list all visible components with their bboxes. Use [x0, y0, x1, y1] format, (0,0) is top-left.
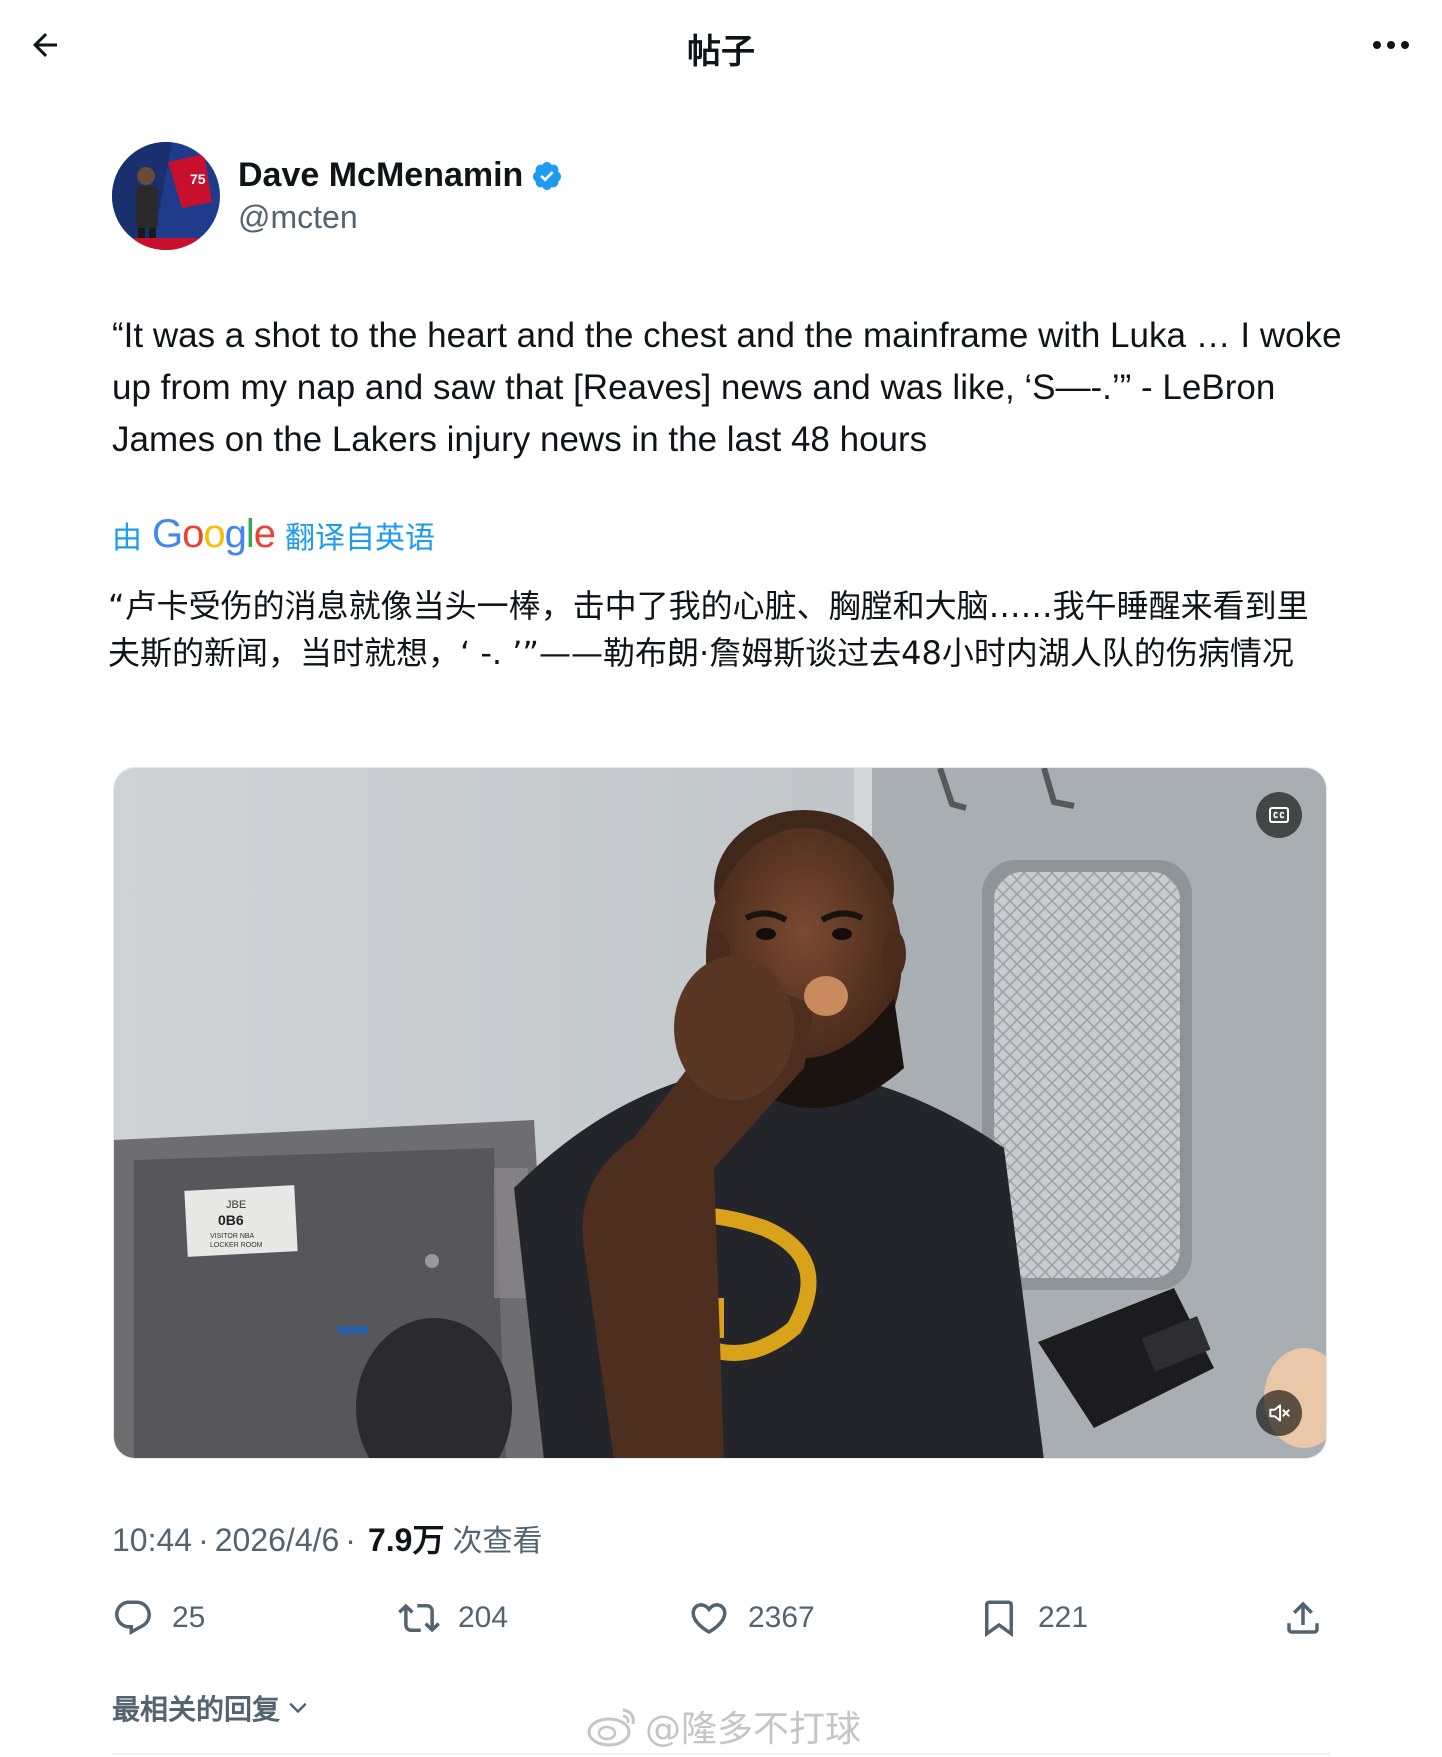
tweet-time[interactable]: 10:44: [112, 1522, 192, 1559]
views-count: 7.9万: [367, 1522, 445, 1558]
like-button[interactable]: 2367: [688, 1588, 815, 1648]
meta-separator-2: ·: [345, 1522, 356, 1558]
translated-text: “卢卡受伤的消息就像当头一棒，击中了我的心脏、胸膛和大脑……我午睡醒来看到里夫斯…: [108, 587, 1309, 672]
replies-sort-dropdown[interactable]: 最相关的回复: [112, 1688, 312, 1728]
author-display-name[interactable]: Dave McMenamin: [238, 156, 523, 195]
video-thumbnail: JBE 0B6 VISITOR NBA LOCKER ROOM: [114, 768, 1326, 1458]
tweet-text: “It was a shot to the heart and the ches…: [112, 316, 1342, 459]
door-sign-line2: 0B6: [218, 1212, 244, 1228]
action-bar: 25 204 2367 221: [0, 1588, 1442, 1648]
author-handle[interactable]: @mcten: [238, 199, 563, 236]
share-icon: [1287, 1601, 1319, 1634]
bookmark-button[interactable]: 221: [978, 1588, 1088, 1648]
door-sign-line1: JBE: [226, 1199, 246, 1211]
heart-icon: [691, 1603, 727, 1635]
watermark-text: @隆多不打球: [645, 1709, 862, 1750]
tweet-date[interactable]: 2026/4/6: [215, 1522, 340, 1559]
repost-icon: [398, 1603, 440, 1633]
weibo-watermark: @隆多不打球: [585, 1700, 861, 1752]
reply-count: 25: [172, 1601, 206, 1634]
verified-badge-icon: [533, 161, 562, 190]
tweet-metadata: 10:44 · 2026/4/6 · 7.9万 次查看: [112, 1515, 542, 1561]
reply-button[interactable]: 25: [112, 1588, 205, 1648]
more-options-button[interactable]: [1366, 22, 1416, 68]
bookmark-icon: [985, 1600, 1013, 1638]
bookmark-count: 221: [1038, 1601, 1089, 1634]
door-sign-line4: LOCKER ROOM: [210, 1242, 263, 1249]
like-count: 2367: [748, 1601, 815, 1634]
more-horizontal-icon: [1373, 41, 1409, 49]
translation-suffix: 翻译自英语: [285, 520, 436, 556]
captions-button[interactable]: [1256, 792, 1302, 838]
avatar[interactable]: 75: [112, 142, 220, 250]
repost-count: 204: [458, 1601, 509, 1634]
chevron-down-icon: [289, 1703, 307, 1713]
video-player[interactable]: JBE 0B6 VISITOR NBA LOCKER ROOM: [113, 767, 1327, 1459]
reply-icon: [115, 1600, 151, 1635]
tweet-author: 75 Dave McMenamin @mcten: [112, 142, 563, 250]
repost-button[interactable]: 204: [398, 1588, 508, 1648]
translation-prefix: 由: [112, 520, 142, 556]
translation-attribution[interactable]: 由 Google 翻译自英语: [112, 512, 435, 557]
volume-muted-icon: [1269, 1404, 1290, 1422]
replies-sort-label: 最相关的回复: [112, 1693, 281, 1726]
views-label: 次查看: [452, 1524, 543, 1559]
divider: [112, 1753, 1330, 1755]
mute-button[interactable]: [1256, 1390, 1302, 1436]
weibo-logo-icon: [587, 1708, 635, 1747]
door-sign-line3: VISITOR NBA: [210, 1233, 255, 1240]
meta-separator: ·: [198, 1522, 209, 1558]
top-bar: 帖子: [0, 0, 1442, 92]
share-button[interactable]: [1282, 1588, 1324, 1648]
svg-text:75: 75: [190, 171, 206, 187]
page-title: 帖子: [687, 32, 755, 72]
google-logo: Google: [152, 512, 276, 556]
closed-captions-icon: [1269, 807, 1289, 823]
